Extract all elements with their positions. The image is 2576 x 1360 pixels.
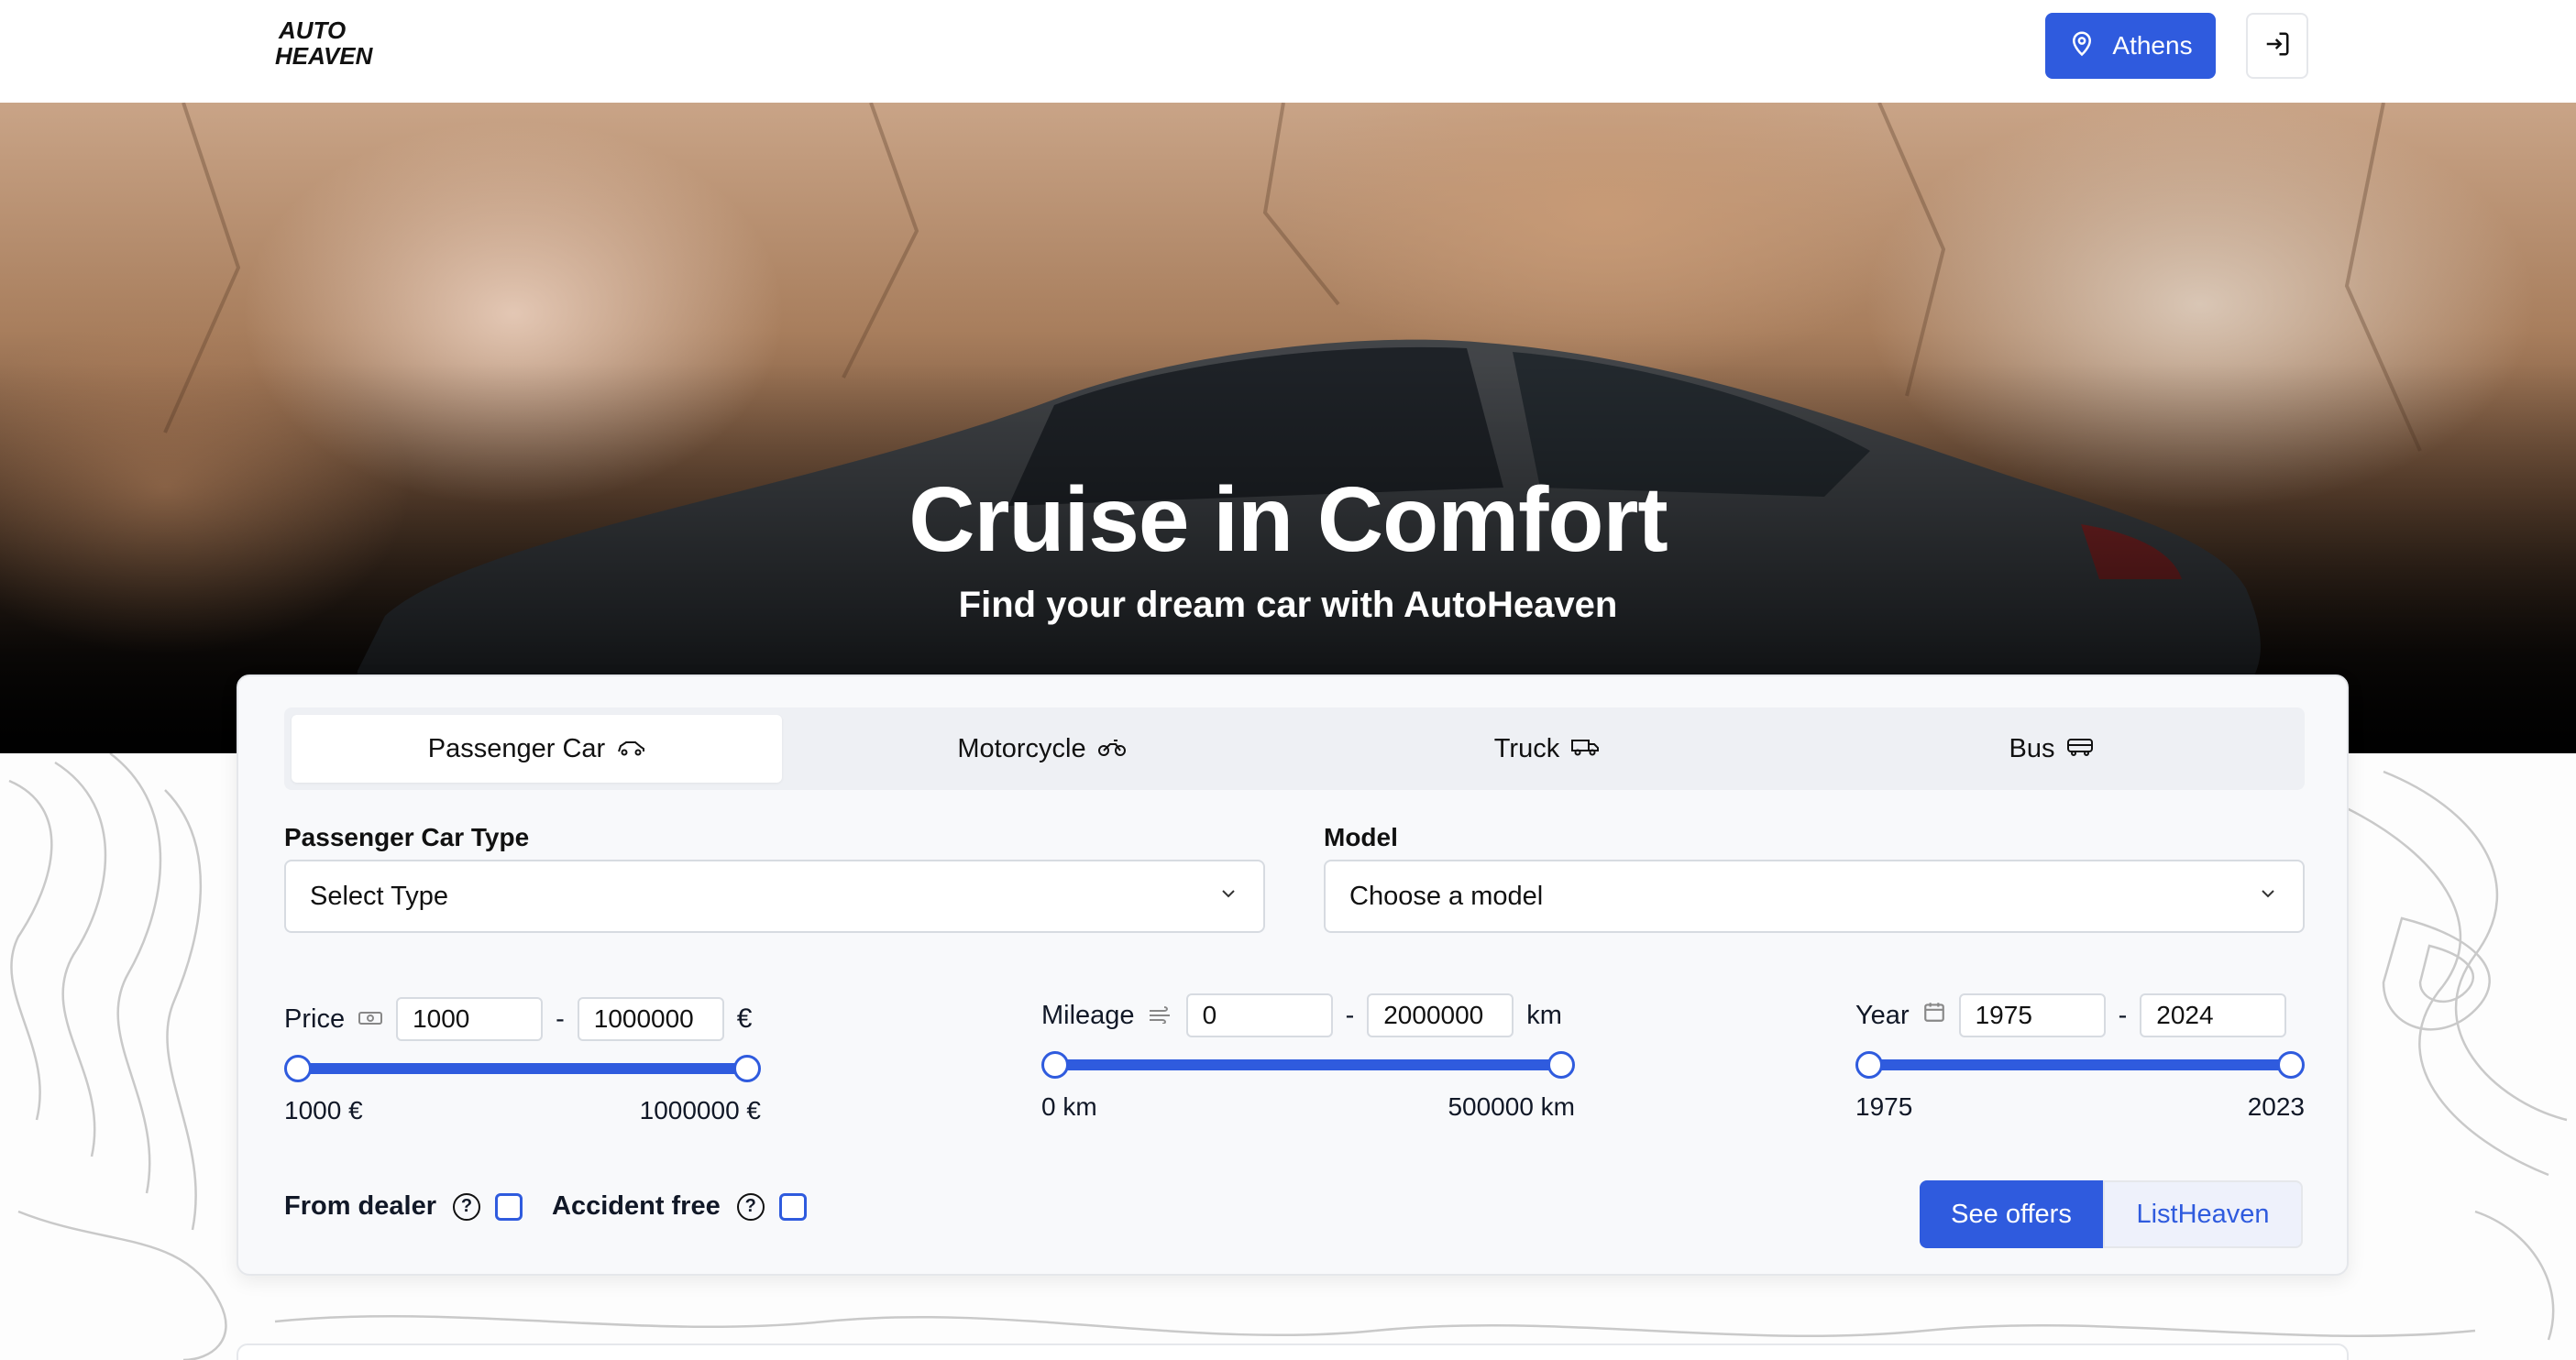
price-min-caption: 1000 € [284, 1096, 363, 1124]
map-pin-icon [2068, 29, 2096, 63]
bus-icon [2065, 734, 2095, 764]
model-label: Model [1324, 823, 1398, 851]
mileage-slider-max-handle[interactable] [1547, 1051, 1575, 1079]
car-type-value: Select Type [310, 881, 449, 911]
price-min-input[interactable] [396, 997, 544, 1041]
search-card: Passenger Car Motorcycle Truck Bus Passe… [237, 675, 2349, 1276]
year-separator: - [2118, 1000, 2128, 1030]
price-slider[interactable] [284, 1054, 761, 1082]
chevron-down-icon [1217, 882, 1239, 912]
motorcycle-icon [1097, 734, 1127, 764]
see-offers-button[interactable]: See offers [1920, 1180, 2103, 1248]
year-slider-max-handle[interactable] [2277, 1051, 2305, 1079]
year-min-input[interactable] [1958, 993, 2106, 1037]
tab-label: Bus [2009, 733, 2055, 763]
vehicle-type-tabs: Passenger Car Motorcycle Truck Bus [284, 707, 2305, 790]
price-max-input[interactable] [577, 997, 724, 1041]
accident-free-checkbox[interactable] [778, 1192, 807, 1221]
wind-icon [1148, 1001, 1173, 1031]
price-unit: € [736, 1004, 753, 1034]
mileage-label: Mileage [1041, 1000, 1135, 1030]
price-slider-max-handle[interactable] [733, 1055, 761, 1082]
filter-checkboxes: From dealer ? Accident free ? [284, 1191, 807, 1222]
help-icon[interactable]: ? [736, 1192, 765, 1221]
price-range: Price - € 1000 € 1000000 € [284, 997, 761, 1125]
mileage-max-input[interactable] [1367, 993, 1514, 1037]
tab-label: Passenger Car [427, 733, 606, 763]
year-slider-track [1866, 1059, 2294, 1070]
price-max-caption: 1000000 € [639, 1096, 761, 1124]
mileage-min-caption: 0 km [1041, 1092, 1097, 1121]
car-icon [616, 734, 645, 764]
tab-label: Truck [1493, 733, 1560, 763]
svg-text:AUTO: AUTO [278, 16, 346, 44]
price-slider-min-handle[interactable] [284, 1055, 312, 1082]
mileage-slider-min-handle[interactable] [1041, 1051, 1069, 1079]
location-label: Athens [2112, 31, 2193, 60]
calendar-icon [1922, 1000, 1946, 1031]
price-label: Price [284, 1004, 346, 1034]
mileage-max-caption: 500000 km [1448, 1092, 1575, 1121]
mileage-separator: - [1345, 1000, 1355, 1030]
mileage-min-input[interactable] [1185, 993, 1333, 1037]
year-range: Year - 1975 2023 [1855, 993, 2305, 1122]
car-type-select[interactable]: Select Type [284, 860, 1265, 933]
model-value: Choose a model [1349, 881, 1544, 911]
year-slider[interactable] [1855, 1050, 2305, 1079]
tab-motorcycle[interactable]: Motorcycle [797, 715, 1287, 783]
svg-text:HEAVEN: HEAVEN [275, 42, 374, 70]
chevron-down-icon [2257, 882, 2279, 912]
listheaven-button[interactable]: ListHeaven [2103, 1180, 2303, 1248]
from-dealer-label: From dealer [284, 1191, 436, 1221]
from-dealer-checkbox[interactable] [495, 1192, 523, 1221]
price-slider-track [295, 1063, 750, 1074]
truck-icon [1570, 734, 1600, 764]
model-select[interactable]: Choose a model [1324, 860, 2305, 933]
mileage-unit: km [1526, 1000, 1562, 1030]
tab-label: Motorcycle [957, 733, 1086, 763]
autoheaven-logo[interactable]: AUTO HEAVEN [275, 15, 396, 70]
login-button[interactable] [2246, 13, 2308, 79]
accident-free-label: Accident free [552, 1191, 721, 1221]
help-icon[interactable]: ? [453, 1192, 480, 1221]
tab-passenger-car[interactable]: Passenger Car [292, 715, 782, 783]
car-type-label: Passenger Car Type [284, 823, 530, 851]
mileage-slider[interactable] [1041, 1050, 1575, 1079]
year-label: Year [1855, 1000, 1910, 1030]
year-slider-min-handle[interactable] [1855, 1051, 1883, 1079]
year-max-input[interactable] [2140, 993, 2287, 1037]
year-min-caption: 1975 [1855, 1092, 1913, 1121]
mileage-range: Mileage - km 0 km 500000 km [1041, 993, 1575, 1122]
tab-bus[interactable]: Bus [1807, 715, 2297, 783]
hero-subtitle: Find your dream car with AutoHeaven [958, 585, 1618, 625]
tab-truck[interactable]: Truck [1302, 715, 1792, 783]
hero-banner: Cruise in Comfort Find your dream car wi… [0, 103, 2576, 753]
top-header: AUTO HEAVEN Athens [0, 0, 2576, 103]
hero-title: Cruise in Comfort [908, 468, 1668, 571]
year-max-caption: 2023 [2247, 1092, 2305, 1121]
login-icon [2263, 30, 2291, 62]
next-section-card [237, 1344, 2349, 1360]
money-icon [358, 1004, 383, 1035]
location-button[interactable]: Athens [2045, 13, 2216, 79]
price-separator: - [556, 1004, 565, 1034]
hero-overlay [0, 103, 2576, 753]
mileage-slider-track [1052, 1059, 1564, 1070]
